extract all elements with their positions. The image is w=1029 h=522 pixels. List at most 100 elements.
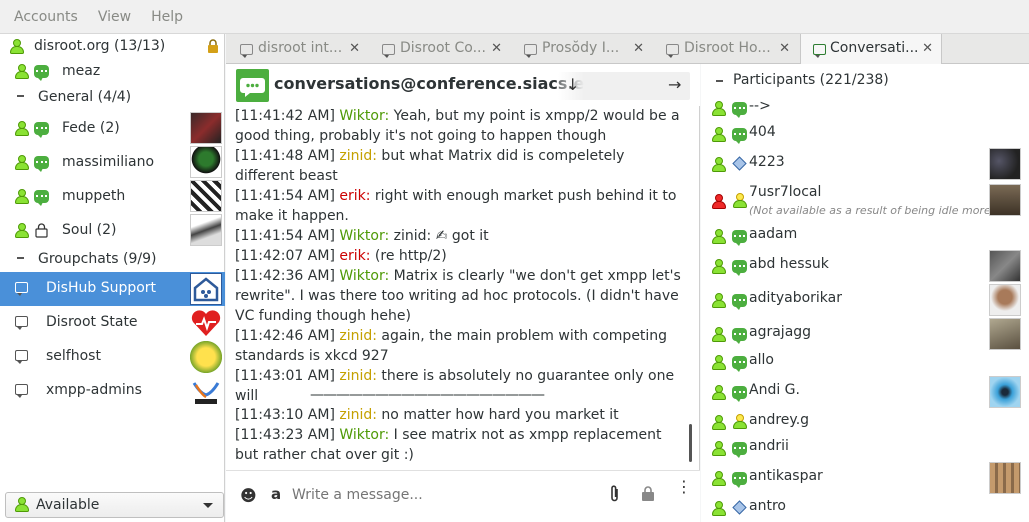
participant-row[interactable]: aadam [701,226,1029,250]
close-icon[interactable]: ✕ [779,41,790,56]
scrollbar-thumb[interactable] [689,424,692,462]
roster-group-groupchats[interactable]: Groupchats (9/9) [0,248,225,272]
diamond-client-icon [732,156,747,171]
roster-group-general[interactable]: General (4/4) [0,86,225,110]
conversations-client-icon [732,356,747,372]
participant-name: 4223 [749,154,785,170]
tab-disroot-co[interactable]: Disroot Co... ✕ [368,34,510,64]
available-status-icon [711,385,727,401]
message-log[interactable]: [11:41:42 AM] Wiktor: Yeah, but my point… [226,106,700,470]
attachment-icon[interactable] [610,485,620,503]
available-status-icon [711,327,727,343]
participant-row[interactable]: antro [701,498,1029,522]
message: [11:41:54 AM] erik: right with enough ma… [235,188,677,224]
tab-conversations[interactable]: Conversati... ✕ [800,34,942,65]
roster-groupchat-disroot-state[interactable]: Disroot State [0,306,225,340]
avatar [190,273,222,305]
conversations-client-icon [732,260,747,276]
groupchat-label: DisHub Support [46,280,157,296]
roster-contact-fede[interactable]: Fede (2) [0,112,225,146]
collapse-icon[interactable] [716,80,723,82]
collapse-icon[interactable] [17,257,24,259]
roster-groupchat-dishub-support[interactable]: DisHub Support [0,272,225,306]
participant-row[interactable]: abd hessuk [701,250,1029,284]
participants-header[interactable]: Participants (221/238) [701,72,1029,92]
group-label: Groupchats (9/9) [38,251,157,267]
available-status-icon [711,355,727,371]
conversations-client-icon [732,230,747,246]
more-options-icon[interactable]: ⋮ [676,479,692,495]
groupchat-icon [15,282,28,296]
available-status-icon [9,39,25,55]
avatar [989,250,1021,282]
participant-row[interactable]: 404 [701,124,1029,148]
participant-row[interactable]: Andi G. [701,376,1029,410]
avatar [989,284,1021,316]
format-text-icon[interactable]: a [271,485,281,503]
conversations-client-icon [732,472,747,488]
close-icon[interactable]: ✕ [633,41,644,56]
collapse-icon[interactable] [17,95,24,97]
participant-row[interactable]: 4223 [701,148,1029,182]
groupchat-icon [382,44,395,58]
roster-contact-muppeth[interactable]: muppeth [0,180,225,214]
menu-bar: Accounts View Help [0,0,1029,34]
message: [11:41:48 AM] zinid: but what Matrix did… [235,148,625,184]
tab-disroot-ho[interactable]: Disroot Ho... ✕ [652,34,798,64]
participant-row[interactable]: andrey.g [701,412,1029,436]
available-status-icon [711,441,727,457]
tab-label: disroot int... [258,40,343,56]
available-status-icon [711,293,727,309]
tab-prosody[interactable]: Prosŏdy I... ✕ [510,34,652,64]
available-status-icon [14,121,30,137]
message: [11:42:36 AM] Wiktor: Matrix is clearly … [235,268,681,324]
arrow-down-icon[interactable]: ↓ [566,75,579,94]
participant-name: andrey.g [749,412,810,428]
diamond-client-icon [732,500,747,515]
conversations-client-icon [34,122,49,138]
menu-view[interactable]: View [98,9,131,25]
roster-groupchat-xmpp-admins[interactable]: xmpp-admins [0,374,225,408]
conversations-client-icon [732,442,747,458]
message-input[interactable] [292,481,592,509]
participants-pane: Participants (221/238) --> 404 4223 7usr… [701,64,1029,522]
participant-row[interactable]: adityaborikar [701,284,1029,318]
status-dropdown[interactable]: Available [5,492,224,518]
emoji-icon[interactable]: ☻ [240,486,257,505]
participant-name: 7usr7local [749,184,822,200]
participant-name: antikaspar [749,468,823,484]
arrow-right-icon[interactable]: → [668,75,681,94]
participant-row[interactable]: allo [701,352,1029,376]
participant-row[interactable]: agrajagg [701,318,1029,352]
groupchat-icon [15,350,28,364]
lock-icon [208,39,218,53]
tab-disroot-int[interactable]: disroot int... ✕ [226,34,368,64]
avatar [989,148,1021,180]
tab-label: Disroot Co... [400,40,486,56]
roster-contact-meaz[interactable]: meaz [0,60,225,84]
close-icon[interactable]: ✕ [922,41,933,56]
menu-accounts[interactable]: Accounts [14,9,78,25]
avatar [190,307,222,339]
roster-contact-soul[interactable]: Soul (2) [0,214,225,248]
roster-contact-massimiliano[interactable]: massimiliano [0,146,225,180]
chat-header: conversations@conference.siacs.eu ↓ → [226,64,700,106]
client-person-icon [732,193,748,209]
close-icon[interactable]: ✕ [491,41,502,56]
contact-label: Soul (2) [62,222,117,238]
participant-row[interactable]: 7usr7local (Not available as a result of… [701,184,1029,220]
close-icon[interactable]: ✕ [349,41,360,56]
avatar [989,462,1021,494]
group-label: General (4/4) [38,89,132,105]
message: [11:41:42 AM] Wiktor: Yeah, but my point… [235,108,680,144]
roster-groupchat-selfhost[interactable]: selfhost [0,340,225,374]
message: [11:42:07 AM] erik: (re http/2) [235,248,447,264]
menu-help[interactable]: Help [151,9,183,25]
participant-row[interactable]: andrii [701,438,1029,462]
participant-row[interactable]: antikaspar [701,462,1029,496]
roster-account-row[interactable]: disroot.org (13/13) [0,36,225,58]
participant-row[interactable]: --> [701,98,1029,122]
encryption-lock-icon[interactable] [641,486,655,502]
participant-name: andrii [749,438,789,454]
roster-panel: disroot.org (13/13) meaz General (4/4) F… [0,34,225,522]
